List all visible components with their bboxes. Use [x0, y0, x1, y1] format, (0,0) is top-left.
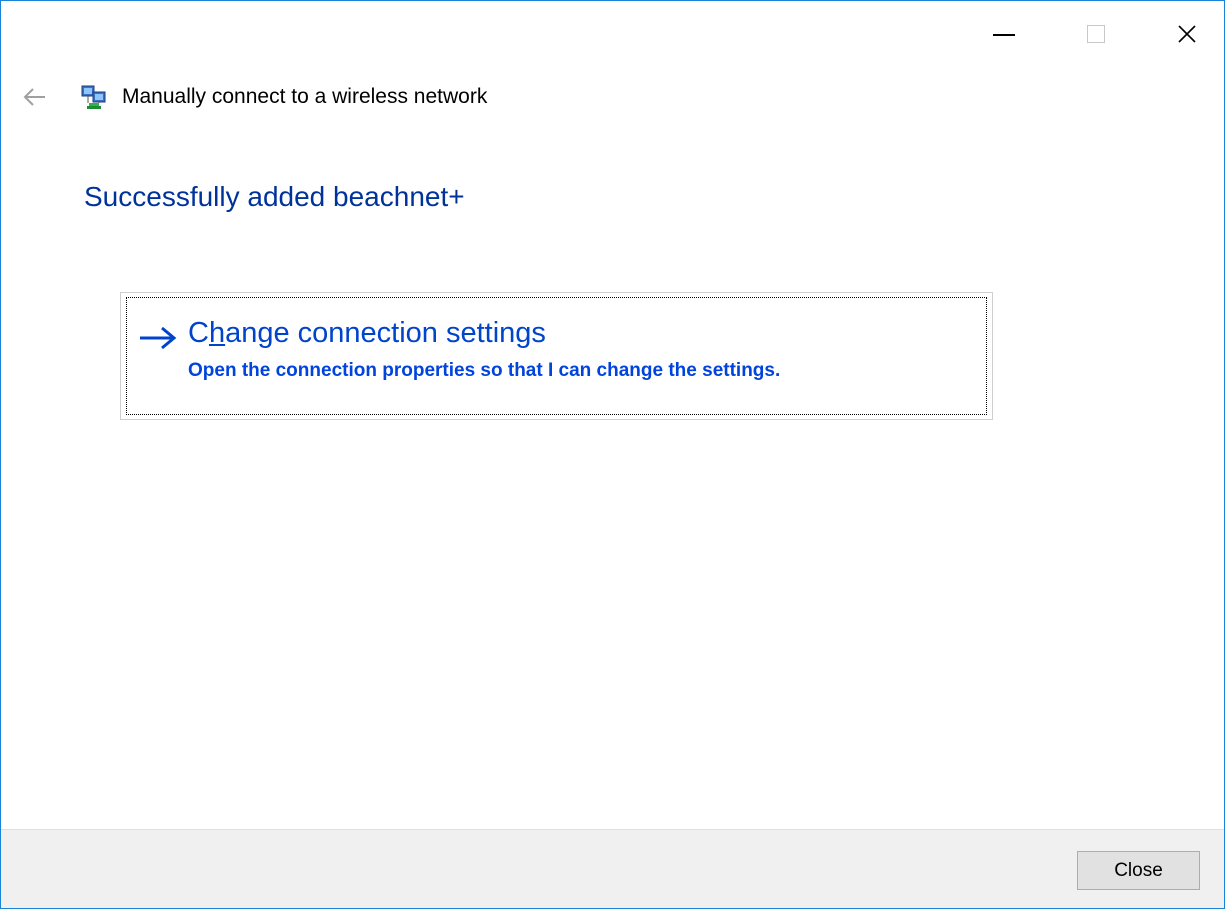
focus-rectangle	[126, 297, 987, 415]
minimize-button[interactable]	[958, 1, 1050, 67]
minimize-icon	[993, 34, 1015, 36]
change-connection-settings-link[interactable]: Change connection settings Open the conn…	[120, 292, 993, 420]
close-icon	[1178, 25, 1196, 43]
title-prefix: C	[188, 317, 209, 349]
maximize-button[interactable]	[1050, 1, 1142, 67]
close-button[interactable]: Close	[1077, 851, 1200, 890]
title-suffix: ange connection settings	[225, 317, 546, 349]
mnemonic-letter: h	[208, 317, 226, 349]
command-link-description: Open the connection properties so that I…	[188, 360, 781, 381]
page-heading: Successfully added beachnet+	[84, 181, 465, 212]
back-arrow-icon[interactable]	[21, 83, 49, 111]
network-icon	[81, 85, 106, 109]
window-title: Manually connect to a wireless network	[122, 85, 488, 108]
command-link-title: Change connection settings	[188, 317, 546, 350]
maximize-icon	[1087, 25, 1105, 43]
footer-bar: Close	[1, 829, 1224, 908]
close-window-button[interactable]	[1141, 1, 1224, 67]
right-arrow-icon	[140, 326, 177, 350]
wizard-window: Manually connect to a wireless network S…	[0, 0, 1225, 909]
